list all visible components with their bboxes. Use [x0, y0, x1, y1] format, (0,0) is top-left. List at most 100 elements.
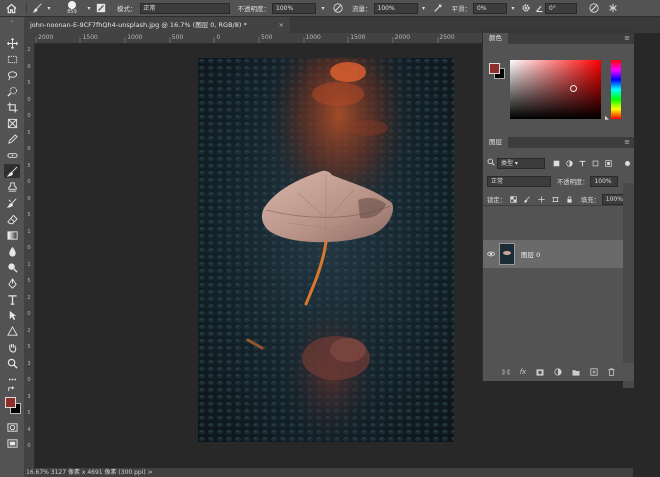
document-tab[interactable]: john-noonan-E-9CF7fhQh4-unsplash.jpg @ 1… [24, 17, 290, 33]
filter-toggle[interactable] [625, 160, 630, 166]
layer-name[interactable]: 图层 0 [521, 249, 540, 259]
ruler-h-label: 2500 [439, 34, 455, 41]
tab-layers[interactable]: 图层 [483, 137, 508, 148]
mask-icon[interactable] [536, 368, 544, 376]
lock-artboard-icon[interactable] [551, 196, 559, 203]
crop-tool-icon[interactable] [4, 100, 20, 114]
filter-shape-icon[interactable] [592, 160, 599, 167]
layer-opacity-input[interactable]: 100% [590, 175, 619, 187]
type-tool-icon[interactable] [4, 292, 20, 306]
toolbar-grip[interactable]: » [4, 19, 20, 25]
more-tools-icon[interactable] [4, 372, 20, 386]
ruler-h-label: 1000 [127, 34, 143, 41]
ruler-corner[interactable] [24, 33, 34, 43]
layer-row[interactable]: 图层 0 [483, 240, 623, 268]
angle-input[interactable]: 0° [545, 2, 577, 14]
tab-color[interactable]: 颜色 [483, 33, 508, 44]
clone-stamp-tool-icon[interactable] [4, 180, 20, 194]
hue-slider[interactable] [611, 60, 621, 119]
lock-pixels-icon[interactable] [524, 195, 531, 203]
ruler-v-label: 5 [27, 278, 31, 284]
ruler-v-label: 0 [27, 179, 31, 185]
color-panel-header: 颜色 ≡ [483, 33, 634, 44]
path-selection-tool-icon[interactable] [4, 308, 20, 322]
lock-all-icon[interactable] [566, 195, 573, 203]
ruler-v-label: 1 [27, 228, 31, 235]
pressure-size-icon[interactable] [583, 1, 605, 15]
ruler-h-label: 1000 [305, 34, 321, 41]
chevron-down-icon[interactable]: ▾ [45, 1, 53, 15]
symmetry-icon[interactable] [605, 1, 621, 15]
panel-menu-icon[interactable]: ≡ [624, 137, 630, 148]
trash-icon[interactable] [608, 368, 615, 376]
eyedropper-tool-icon[interactable] [4, 132, 20, 146]
brush-size-picker[interactable]: 859 [59, 1, 85, 15]
blur-tool-icon[interactable] [4, 244, 20, 258]
opacity-input[interactable]: 100% [272, 2, 316, 14]
chevron-down-icon[interactable]: ▾ [85, 1, 93, 15]
eraser-tool-icon[interactable] [4, 212, 20, 226]
mode-select[interactable]: 正常 [139, 2, 230, 14]
adjustment-icon[interactable] [554, 368, 562, 376]
color-picker-cursor[interactable] [570, 85, 577, 92]
healing-brush-tool-icon[interactable] [4, 148, 20, 162]
filter-adjustment-icon[interactable] [566, 159, 573, 167]
tools-panel: » [0, 17, 25, 477]
vertical-ruler[interactable]: 2050050500510152025303540 [24, 43, 35, 468]
close-icon[interactable]: × [279, 17, 284, 33]
fx-icon[interactable]: fx [520, 368, 527, 376]
swap-colors-icon[interactable] [4, 385, 20, 393]
foreground-color-swatch[interactable] [489, 63, 500, 74]
layers-scrollbar[interactable] [623, 183, 634, 388]
ruler-v-label: 5 [27, 162, 31, 169]
color-field-picker[interactable] [510, 60, 601, 119]
lock-position-icon[interactable] [538, 195, 545, 203]
smoothing-input[interactable]: 0% [473, 2, 507, 14]
dodge-tool-icon[interactable] [4, 260, 20, 274]
eye-icon[interactable] [483, 251, 499, 257]
brush-settings-icon[interactable] [93, 1, 109, 15]
brush-tool-preset-icon[interactable] [31, 1, 45, 15]
chevron-down-icon[interactable]: ▾ [507, 1, 519, 15]
smoothing-value: 0% [477, 4, 487, 12]
quick-mask-icon[interactable] [4, 420, 20, 434]
filter-pixel-icon[interactable] [553, 160, 560, 167]
flow-label: 流量： [352, 5, 372, 13]
lock-transparent-icon[interactable] [510, 195, 517, 203]
flow-input[interactable]: 100% [373, 2, 418, 14]
foreground-color-swatch[interactable] [5, 397, 16, 408]
ruler-v-label: 5 [27, 212, 31, 218]
quick-selection-tool-icon[interactable] [4, 84, 20, 98]
airbrush-icon[interactable] [430, 1, 446, 15]
frame-tool-icon[interactable] [4, 116, 20, 130]
document-canvas-image[interactable] [198, 58, 454, 442]
history-brush-tool-icon[interactable] [4, 196, 20, 210]
filter-smart-object-icon[interactable] [605, 159, 612, 167]
lasso-tool-icon[interactable] [4, 68, 20, 82]
hand-tool-icon[interactable] [4, 340, 20, 354]
filter-type-icon[interactable] [579, 160, 586, 167]
link-icon[interactable] [501, 369, 510, 375]
zoom-tool-icon[interactable] [4, 356, 20, 370]
screen-mode-icon[interactable] [4, 436, 20, 450]
gradient-tool-icon[interactable] [4, 228, 20, 242]
move-tool-icon[interactable] [4, 36, 20, 50]
folder-icon[interactable] [572, 369, 580, 376]
brush-tool-icon[interactable] [4, 164, 20, 178]
pen-tool-icon[interactable] [4, 276, 20, 290]
home-icon[interactable] [0, 1, 22, 15]
pressure-opacity-icon[interactable] [330, 1, 346, 15]
blend-mode-select[interactable]: 正常 [487, 175, 551, 187]
panel-menu-icon[interactable]: ≡ [624, 33, 630, 44]
horizontal-ruler[interactable]: 200015001000500050010001500200025003000 [34, 33, 499, 44]
chevron-down-icon[interactable]: ▾ [418, 1, 430, 15]
layer-filter-select[interactable]: 类型 ▾ [497, 157, 545, 169]
fill-label: 填充： [580, 196, 600, 204]
chevron-down-icon[interactable]: ▾ [316, 1, 330, 15]
shape-tool-icon[interactable] [4, 324, 20, 338]
hue-slider-handle-icon[interactable]: ◣ [605, 115, 609, 121]
gear-icon[interactable] [519, 1, 533, 15]
marquee-tool-icon[interactable] [4, 52, 20, 66]
new-layer-icon[interactable] [590, 368, 598, 376]
ruler-h-label: 1500 [82, 34, 98, 41]
